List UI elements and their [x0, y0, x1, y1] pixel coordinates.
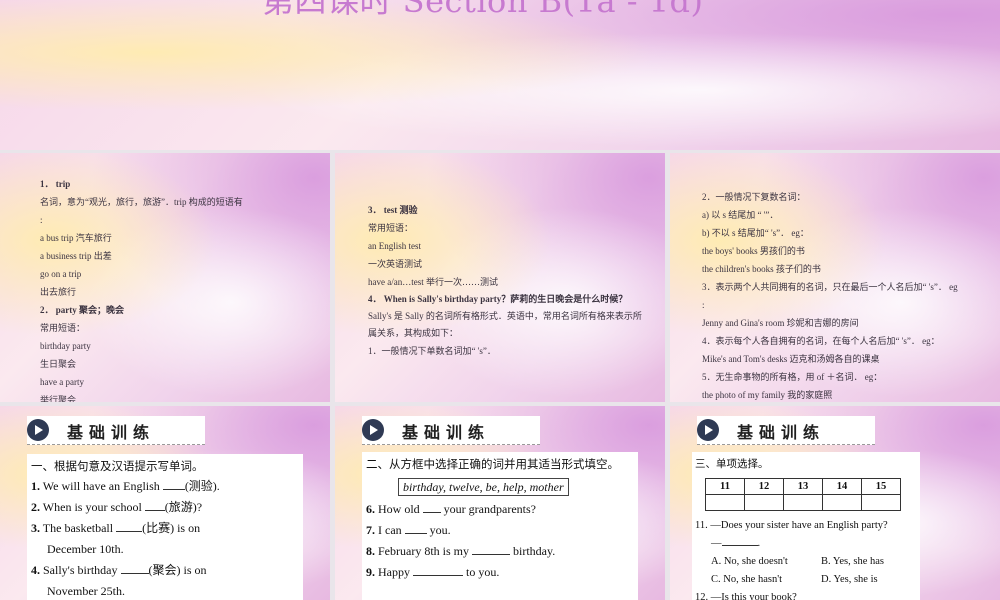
notes-slide-3[interactable]: 2．一般情况下复数名词： a) 以 s 结尾加 “ '”． b) 不以 s 结尾加“… [670, 153, 1000, 402]
answer-blank[interactable] [413, 575, 463, 576]
exercise-slide-3[interactable]: 基础训练 三、单项选择。 11 12 13 14 15 11. —Does yo… [670, 406, 1000, 600]
option-c[interactable]: C. No, she hasn't [711, 571, 821, 589]
slide-title: 第四课时 Section B(1a - 1d) [262, 0, 704, 20]
question-3: 3. The basketball (比赛) is on December 10… [31, 521, 201, 556]
exercise-paper: 三、单项选择。 11 12 13 14 15 11. —Does your si… [692, 452, 920, 600]
exercise-heading: 二、从方框中选择正确的词并用其适当形式填空。 [366, 457, 619, 471]
answer-cell[interactable] [744, 494, 784, 511]
section-header: 基础训练 [697, 416, 875, 445]
note-line: have a party [40, 377, 84, 387]
question-11-reply: —. [711, 538, 761, 549]
option-b[interactable]: B. Yes, she has [821, 556, 884, 567]
notes-slide-1[interactable]: 1． trip 名词，意为“观光，旅行，旅游”．trip 构成的短语有: a bus… [0, 153, 330, 402]
play-icon [362, 419, 384, 441]
answer-cell[interactable] [783, 494, 823, 511]
exercise-paper: 二、从方框中选择正确的词并用其适当形式填空。 birthday, twelve,… [362, 452, 638, 600]
exercise-heading: 三、单项选择。 [695, 458, 769, 470]
answer-table: 11 12 13 14 15 [705, 478, 901, 511]
note-line: 5．无生命事物的所有格，用 of ＋名词． eg： [702, 372, 883, 382]
table-header: 13 [783, 478, 823, 495]
note-line: b) 不以 s 结尾加“ 's”． eg： [702, 228, 809, 238]
exercise-slide-2[interactable]: 基础训练 二、从方框中选择正确的词并用其适当形式填空。 birthday, tw… [335, 406, 665, 600]
answer-cell[interactable] [822, 494, 862, 511]
note-line: 常用短语： [368, 223, 414, 233]
table-header: 12 [744, 478, 784, 495]
answer-blank[interactable] [472, 554, 510, 555]
note-line: 出去旅行 [40, 287, 77, 297]
options-row: A. No, she doesn't B. Yes, she has [695, 553, 917, 571]
title-slide: 第四课时 Section B(1a - 1d) [0, 0, 1000, 150]
note-line: 2．一般情况下复数名词： [702, 192, 806, 202]
question-11: 11. —Does your sister have an English pa… [695, 520, 888, 531]
note-line: go on a trip [40, 269, 82, 279]
note-line: 常用短语： [40, 323, 86, 333]
note-line: a business trip 出差 [40, 251, 112, 261]
notes-text: 1． trip 名词，意为“观光，旅行，旅游”．trip 构成的短语有: a bus… [40, 175, 295, 402]
exercise-slide-1[interactable]: 基础训练 一、根据句意及汉语提示写单词。 1. We will have an … [0, 406, 330, 600]
question-6: 6. How old your grandparents? [366, 502, 536, 516]
question-1: 1. We will have an English (测验). [31, 479, 220, 493]
note-line: Sally's 是 Sally 的名词所有格形式．英语中，常用名词所有格来表示所… [368, 311, 642, 338]
note-line: a bus trip 汽车旅行 [40, 233, 112, 243]
play-icon [27, 419, 49, 441]
note-line: birthday party [40, 341, 91, 351]
answer-blank[interactable] [721, 545, 758, 546]
play-icon [697, 419, 719, 441]
note-line: : [40, 215, 43, 225]
note-line: the photo of my family 我的家庭照 [702, 390, 833, 400]
note-line: Jenny and Gina's room 珍妮和吉娜的房间 [702, 318, 859, 328]
exercise-heading: 一、根据句意及汉语提示写单词。 [31, 459, 204, 473]
note-line: 2． party 聚会；晚会 [40, 305, 125, 315]
note-line: 3．表示两个人共同拥有的名词，只在最后一个人名后加“ 's”． eg [702, 282, 958, 292]
note-line: : [702, 300, 705, 310]
section-header: 基础训练 [362, 416, 540, 445]
section-title: 基础训练 [737, 423, 826, 442]
note-line: a) 以 s 结尾加 “ '”． [702, 210, 779, 220]
note-line: 4． When is Sally's birthday party？萨莉的生日晚… [368, 294, 628, 304]
question-8: 8. February 8th is my birthday. [366, 544, 556, 558]
question-2: 2. When is your school (旅游)? [31, 500, 203, 514]
table-header: 15 [861, 478, 901, 495]
note-line: the boys' books 男孩们的书 [702, 246, 805, 256]
answer-blank[interactable] [144, 510, 165, 511]
note-line: 4．表示每个人各自拥有的名词，在每个人名后加“ 's”． eg： [702, 336, 940, 346]
answer-blank[interactable] [422, 512, 441, 513]
table-header: 14 [822, 478, 862, 495]
option-a[interactable]: A. No, she doesn't [711, 553, 821, 571]
exercise-paper: 一、根据句意及汉语提示写单词。 1. We will have an Engli… [27, 454, 303, 600]
section-title: 基础训练 [402, 423, 491, 442]
notes-text: 3． test 测验 常用短语： an English test 一次英语测试 have… [368, 201, 648, 360]
note-line: the children's books 孩子们的书 [702, 264, 821, 274]
answer-blank[interactable] [120, 573, 149, 574]
answer-cell[interactable] [861, 494, 901, 511]
answer-blank[interactable] [162, 489, 185, 490]
answer-cell[interactable] [705, 494, 745, 511]
note-line: an English test [368, 241, 421, 251]
answer-blank[interactable] [404, 533, 427, 534]
question-12: 12. —Is this your book? [695, 592, 797, 600]
note-line: 1． trip [40, 179, 71, 189]
options-row: C. No, she hasn't D. Yes, she is [695, 571, 917, 589]
section-title: 基础训练 [67, 423, 156, 442]
note-line: 1．一般情况下单数名词加“ 's”． [368, 346, 496, 356]
note-line: 举行聚会 [40, 395, 77, 402]
section-header: 基础训练 [27, 416, 205, 445]
note-line: 生日聚会 [40, 359, 77, 369]
note-line: 名词，意为“观光，旅行，旅游”．trip 构成的短语有 [40, 197, 243, 207]
note-line: Mike's and Tom's desks 迈克和汤姆各自的课桌 [702, 354, 880, 364]
table-header: 11 [705, 478, 745, 495]
word-box: birthday, twelve, be, help, mother [398, 478, 569, 496]
note-line: 3． test 测验 [368, 205, 418, 215]
note-line: 一次英语测试 [368, 259, 423, 269]
notes-slide-2[interactable]: 3． test 测验 常用短语： an English test 一次英语测试 have… [335, 153, 665, 402]
question-7: 7. I can you. [366, 523, 451, 537]
question-9: 9. Happy to you. [366, 565, 500, 579]
answer-blank[interactable] [116, 531, 143, 532]
notes-text: 2．一般情况下复数名词： a) 以 s 结尾加 “ '”． b) 不以 s 结尾加“… [702, 188, 994, 402]
option-d[interactable]: D. Yes, she is [821, 574, 878, 585]
note-line: have a/an…test 举行一次……测试 [368, 277, 498, 287]
question-4: 4. Sally's birthday (聚会) is on November … [31, 563, 207, 598]
